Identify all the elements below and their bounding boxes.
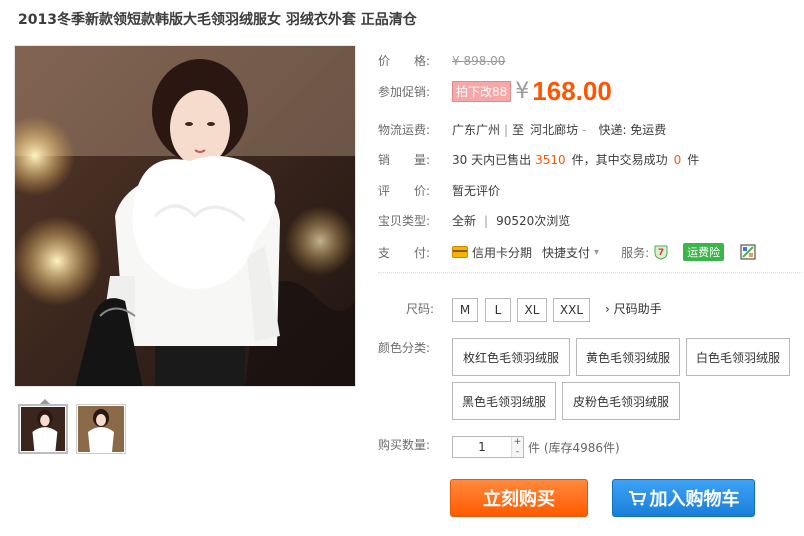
item-type-row: 宝贝类型: 全新 | 90520次浏览 <box>378 212 570 229</box>
color-option-pink[interactable]: 皮粉色毛领羽绒服 <box>562 382 680 420</box>
sales-prefix: 30 天内已售出 <box>452 153 532 167</box>
thumbnail-photo <box>78 406 124 452</box>
size-label: 尺码: <box>406 302 435 316</box>
color-label: 颜色分类: <box>378 341 431 355</box>
section-divider <box>378 272 802 273</box>
promo-price: 168.00 <box>532 75 612 106</box>
promotion-row: 参加促销: 拍下改88 ¥ 168.00 <box>378 76 612 106</box>
shopping-cart-icon <box>628 491 646 506</box>
buy-now-button[interactable]: 立刻购买 <box>450 479 588 517</box>
separator: | <box>504 122 509 137</box>
product-title: 2013冬季新款领短款韩版大毛领羽绒服女 羽绒衣外套 正品清仓 <box>18 12 417 28</box>
seven-day-return-icon[interactable]: 7 <box>653 244 669 260</box>
currency-symbol: ¥ <box>515 78 530 104</box>
promotion-label: 参加促销: <box>378 84 431 99</box>
price-row: 价 格: ¥ 898.00 <box>378 52 505 69</box>
main-product-image[interactable] <box>14 45 356 387</box>
chevron-down-icon[interactable]: ▾ <box>594 247 599 258</box>
thumbnail-list <box>18 399 126 454</box>
review-row: 评 价: 暂无评价 <box>378 182 500 199</box>
thumbnail-2[interactable] <box>76 404 126 454</box>
ship-from: 广东广州 <box>452 123 501 137</box>
size-helper-link[interactable]: › 尺码助手 <box>605 300 662 317</box>
add-to-cart-button[interactable]: 加入购物车 <box>612 479 755 517</box>
qr-code-icon[interactable] <box>740 244 756 260</box>
shipping-label: 物流运费: <box>378 123 431 137</box>
item-type-label: 宝贝类型: <box>378 214 431 228</box>
item-condition: 全新 <box>452 214 477 228</box>
stock-info: 件 (库存4986件) <box>528 441 620 455</box>
sales-middle: 件，其中交易成功 <box>571 153 668 167</box>
size-option-l[interactable]: L <box>485 298 511 322</box>
color-option-yellow[interactable]: 黄色毛领羽绒服 <box>576 338 680 376</box>
sold-count: 3510 <box>535 152 566 167</box>
installment-option[interactable]: 信用卡分期 <box>472 244 532 261</box>
sales-label: 销 量: <box>378 153 431 167</box>
shipping-row: 物流运费: 广东广州 | 至 河北廊坊 - 快递: 免运费 <box>378 121 666 138</box>
promotion-tag: 拍下改88 <box>452 80 512 102</box>
ship-to-prefix: 至 <box>512 123 525 137</box>
price-label: 价 格: <box>378 54 431 68</box>
size-option-m[interactable]: M <box>452 298 478 322</box>
service-label: 服务: <box>621 245 650 260</box>
payment-label: 支 付: <box>378 245 431 260</box>
payment-row: 支 付: 信用卡分期 快捷支付 ▾ 服务: 7 运费险 <box>378 243 756 261</box>
sales-suffix: 件 <box>687 153 700 167</box>
thumbnail-photo <box>21 407 65 451</box>
express-fee: 快递: 免运费 <box>598 123 667 137</box>
svg-text:7: 7 <box>658 248 664 258</box>
original-price: ¥ 898.00 <box>452 53 506 68</box>
color-option-white[interactable]: 白色毛领羽绒服 <box>686 338 790 376</box>
success-count: 0 <box>673 152 682 167</box>
color-option-rose[interactable]: 枚红色毛领羽绒服 <box>452 338 570 376</box>
review-label: 评 价: <box>378 184 431 198</box>
quantity-stepper: + - <box>452 436 524 458</box>
product-photo <box>15 46 355 386</box>
add-to-cart-label: 加入购物车 <box>649 489 740 510</box>
freight-insurance-badge[interactable]: 运费险 <box>683 243 725 261</box>
quantity-increase-button[interactable]: + <box>512 437 523 447</box>
quantity-label: 购买数量: <box>378 438 431 452</box>
color-option-black[interactable]: 黑色毛领羽绒服 <box>452 382 556 420</box>
quantity-decrease-button[interactable]: - <box>512 447 523 457</box>
quick-pay-option[interactable]: 快捷支付 <box>542 244 590 261</box>
separator: | <box>484 213 489 228</box>
ship-to-dropdown[interactable]: - <box>582 123 586 137</box>
review-value[interactable]: 暂无评价 <box>452 182 500 199</box>
credit-card-icon <box>452 246 468 258</box>
sales-row: 销 量: 30 天内已售出 3510 件，其中交易成功 0 件 <box>378 151 699 168</box>
size-option-xxl[interactable]: XXL <box>553 298 590 322</box>
quantity-input[interactable] <box>453 437 511 457</box>
ship-to-location[interactable]: 河北廊坊 <box>530 121 578 138</box>
thumbnail-1[interactable] <box>18 399 68 454</box>
view-count: 90520次浏览 <box>496 214 571 228</box>
quantity-buttons: + - <box>511 437 523 457</box>
size-option-xl[interactable]: XL <box>517 298 547 322</box>
